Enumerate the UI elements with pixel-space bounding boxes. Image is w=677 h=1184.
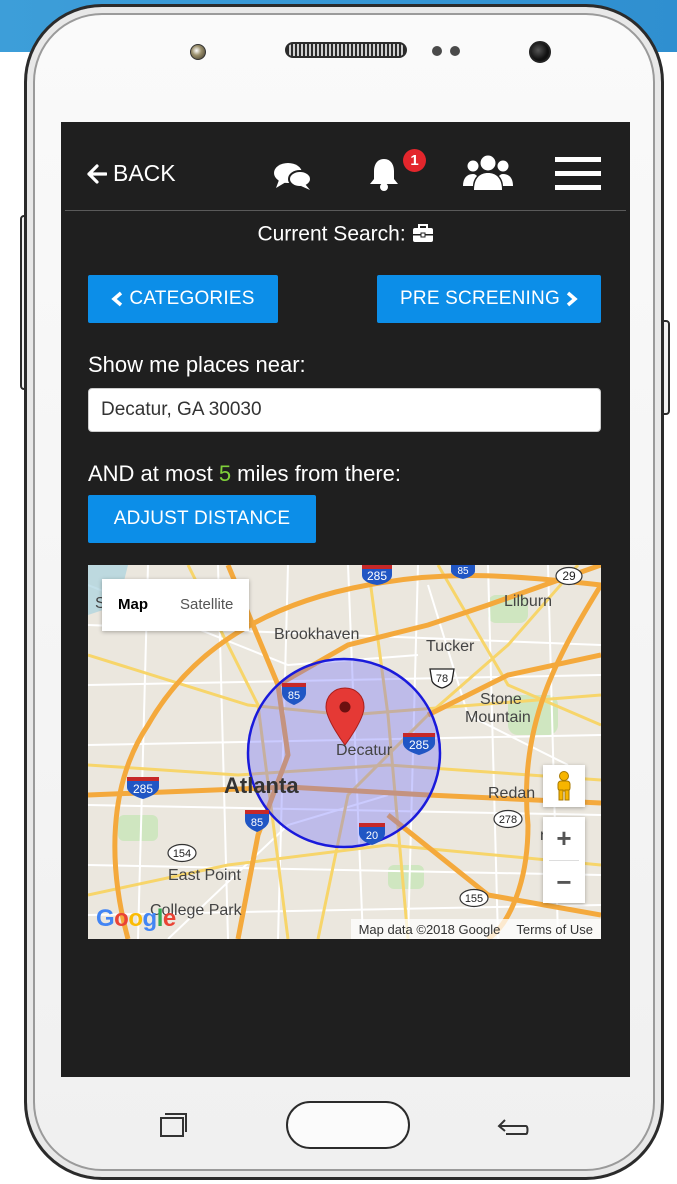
zoom-control: + − bbox=[543, 817, 585, 903]
proximity-sensor bbox=[432, 46, 442, 56]
interstate-shield-icon: 85 bbox=[451, 565, 475, 579]
distance-prompt: AND at most 5 miles from there: bbox=[88, 461, 401, 487]
svg-text:285: 285 bbox=[367, 569, 387, 583]
us-route-shield-icon: 78 bbox=[429, 668, 455, 689]
svg-text:29: 29 bbox=[562, 569, 576, 583]
distance-suffix: miles from there: bbox=[231, 461, 401, 486]
back-button[interactable]: BACK bbox=[87, 160, 176, 187]
svg-text:85: 85 bbox=[288, 690, 300, 702]
map-type-satellite-button[interactable]: Satellite bbox=[164, 579, 249, 631]
interstate-shield-icon: 285 bbox=[127, 777, 159, 799]
svg-text:285: 285 bbox=[409, 738, 429, 752]
pre-screening-label: PRE SCREENING bbox=[400, 288, 560, 309]
svg-text:155: 155 bbox=[465, 893, 483, 905]
interstate-shield-icon: 285 bbox=[362, 565, 392, 585]
topbar-divider bbox=[65, 210, 626, 211]
map-type-control: Map Satellite bbox=[102, 579, 250, 631]
current-search: Current Search: bbox=[61, 222, 630, 246]
back-label: BACK bbox=[113, 160, 176, 186]
bell-icon[interactable] bbox=[369, 156, 399, 192]
categories-button[interactable]: CATEGORIES bbox=[88, 275, 278, 323]
map-attribution: Map data ©2018 Google bbox=[358, 921, 501, 937]
map-label-brookhaven: Brookhaven bbox=[274, 626, 360, 643]
adjust-distance-label: ADJUST DISTANCE bbox=[113, 508, 291, 529]
state-route-shield-icon: 155 bbox=[459, 888, 489, 908]
interstate-shield-icon: 85 bbox=[245, 810, 269, 832]
chevron-left-icon bbox=[111, 291, 123, 307]
svg-text:20: 20 bbox=[366, 830, 378, 842]
map-view[interactable]: 285 85 29 78 85 285 285 85 20 278 154 15… bbox=[88, 565, 601, 939]
map-label-mountain: Mountain bbox=[465, 709, 531, 726]
pre-screening-button[interactable]: PRE SCREENING bbox=[377, 275, 601, 323]
state-route-shield-icon: 154 bbox=[167, 843, 197, 863]
map-label-redan: Redan bbox=[488, 785, 536, 802]
location-prompt: Show me places near: bbox=[88, 352, 306, 377]
pegman-icon bbox=[557, 771, 571, 801]
briefcase-icon[interactable] bbox=[412, 224, 434, 244]
home-button[interactable] bbox=[286, 1101, 410, 1149]
interstate-shield-icon: 85 bbox=[282, 683, 306, 705]
recent-apps-icon[interactable] bbox=[158, 1112, 188, 1138]
app-screen: BACK 1 Current Search: CATEGORIES PRE SC… bbox=[61, 122, 630, 1077]
current-search-label: Current Search: bbox=[257, 222, 406, 246]
svg-text:285: 285 bbox=[133, 782, 153, 796]
earpiece-speaker bbox=[285, 42, 407, 58]
map-label-tucker: Tucker bbox=[426, 638, 475, 655]
notification-badge: 1 bbox=[403, 149, 426, 172]
state-route-shield-icon: 278 bbox=[493, 809, 523, 829]
interstate-shield-icon: 285 bbox=[403, 733, 435, 755]
svg-text:154: 154 bbox=[173, 848, 191, 860]
front-camera bbox=[190, 44, 206, 60]
terms-of-use-link[interactable]: Terms of Use bbox=[516, 922, 593, 937]
distance-prefix: AND at most bbox=[88, 461, 219, 486]
users-icon[interactable] bbox=[463, 154, 513, 192]
zoom-in-button[interactable]: + bbox=[543, 817, 585, 860]
zoom-out-button[interactable]: − bbox=[543, 861, 585, 904]
svg-text:85: 85 bbox=[251, 817, 263, 829]
adjust-distance-button[interactable]: ADJUST DISTANCE bbox=[88, 495, 316, 543]
location-input[interactable]: Decatur, GA 30030 bbox=[88, 388, 601, 432]
google-logo: Google bbox=[96, 905, 176, 932]
chevron-right-icon bbox=[566, 291, 578, 307]
interstate-shield-icon: 20 bbox=[359, 823, 385, 845]
arrow-left-icon bbox=[87, 163, 107, 184]
map-attribution-bar: Map data ©2018 Google Terms of Use bbox=[350, 919, 601, 939]
map-label-decatur: Decatur bbox=[336, 742, 393, 759]
map-label-atlanta: Atlanta bbox=[224, 773, 299, 798]
top-navigation-bar: BACK 1 bbox=[61, 122, 630, 212]
distance-miles-value: 5 bbox=[218, 461, 232, 486]
svg-text:78: 78 bbox=[436, 673, 448, 685]
chat-icon[interactable] bbox=[273, 162, 313, 192]
map-label-lilburn: Lilburn bbox=[504, 593, 553, 610]
categories-label: CATEGORIES bbox=[129, 288, 255, 309]
street-view-pegman-button[interactable] bbox=[543, 765, 585, 807]
back-arrow-icon[interactable] bbox=[496, 1114, 530, 1138]
svg-text:85: 85 bbox=[457, 566, 469, 577]
map-type-map-button[interactable]: Map bbox=[102, 579, 164, 631]
svg-text:278: 278 bbox=[499, 814, 517, 826]
map-label-stone: Stone bbox=[480, 691, 522, 708]
hamburger-menu-icon[interactable] bbox=[555, 156, 601, 192]
light-sensor bbox=[450, 46, 460, 56]
map-label-east-point: East Point bbox=[168, 867, 241, 884]
camera-lens bbox=[529, 41, 551, 63]
state-route-shield-icon: 29 bbox=[555, 566, 583, 586]
